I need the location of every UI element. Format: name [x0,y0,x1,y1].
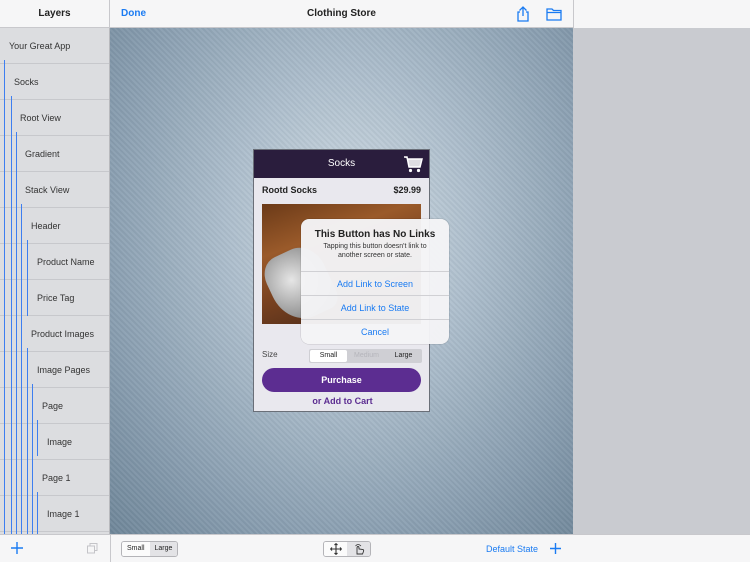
preview-header-title: Socks [327,158,356,169]
hierarchy-line [11,96,12,534]
top-toolbar: Layers Done Clothing Store [0,0,750,28]
device-size-control[interactable]: Small Large [121,541,179,557]
layer-item-app[interactable]: Your Great App [0,28,109,64]
hierarchy-line [37,492,38,534]
layer-label: Image Pages [37,365,91,375]
layer-label: Header [31,221,61,231]
hierarchy-line [37,420,38,456]
layer-label: Product Name [37,257,95,267]
move-icon [329,543,342,555]
add-link-to-screen-button[interactable]: Add Link to Screen [301,271,449,295]
alert-title: This Button has No Links [314,229,436,240]
interact-tool[interactable] [347,542,370,556]
hierarchy-line [21,204,22,534]
add-link-to-state-button[interactable]: Add Link to State [301,295,449,319]
hand-pointer-icon [354,544,364,555]
size-selector-row: Size Small Medium Large [254,349,431,363]
folder-icon[interactable] [545,5,563,23]
hierarchy-line [16,132,17,534]
layer-label: Image 1 [47,509,80,519]
layer-item-socks[interactable]: Socks [0,64,109,100]
layer-label: Product Images [31,329,95,339]
preview-header: Socks [254,150,429,178]
size-segmented-control[interactable]: Small Medium Large [309,349,422,363]
cancel-button[interactable]: Cancel [301,319,449,343]
no-links-alert: This Button has No Links Tapping this bu… [301,219,449,344]
toolbar-divider [110,535,111,562]
layer-label: Stack View [25,185,70,195]
duplicate-icon[interactable] [87,543,98,554]
bottom-toolbar: Small Large Default State [0,534,750,562]
hierarchy-line [32,384,33,534]
layers-sidebar: Your Great App Socks Root View Gradient … [0,28,110,534]
layer-item-root-view[interactable]: Root View [0,100,109,136]
layer-label: Root View [20,113,61,123]
move-tool[interactable] [324,542,347,556]
product-name: Rootd Socks [262,185,318,195]
size-option-small[interactable]: Small [310,350,347,362]
inspector-panel [573,28,750,534]
layer-label: Gradient [25,149,60,159]
size-label: Size [262,350,278,359]
layer-label: Page 1 [42,473,71,483]
share-icon[interactable] [514,5,532,23]
tool-mode-control[interactable] [323,541,371,557]
alert-message: Tapping this button doesn't link to anot… [323,243,427,259]
layer-label: Socks [14,77,39,87]
add-to-cart-link[interactable]: or Add to Cart [254,396,431,406]
layer-label: Your Great App [9,41,71,51]
product-header-row: Rootd Socks $29.99 [254,178,429,200]
add-state-icon[interactable] [549,542,562,555]
purchase-button[interactable]: Purchase [262,368,421,392]
layer-label: Page [42,401,64,411]
device-size-large[interactable]: Large [149,542,178,556]
layers-panel-title: Layers [0,0,110,28]
size-option-medium[interactable]: Medium [348,349,385,363]
inspector-toolbar [573,0,750,28]
layer-label: Price Tag [37,293,75,303]
hierarchy-line [4,60,5,534]
app-title: Clothing Store [307,8,376,19]
state-selector[interactable]: Default State [486,535,538,562]
product-price: $29.99 [393,185,421,195]
size-option-large[interactable]: Large [385,349,422,363]
device-size-small[interactable]: Small [122,542,150,556]
hierarchy-line [27,348,28,534]
cart-icon[interactable] [403,155,423,173]
plus-icon[interactable] [10,541,24,555]
layer-label: Image [47,437,73,447]
hierarchy-line [27,240,28,316]
